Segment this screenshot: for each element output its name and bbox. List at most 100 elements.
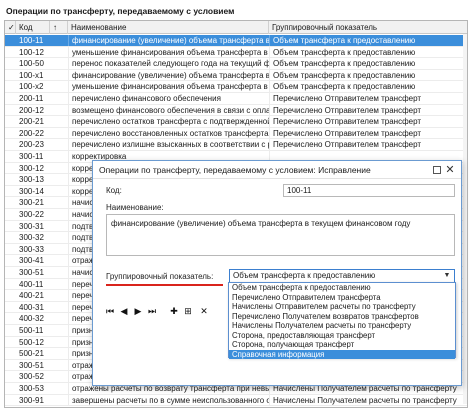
row-code: 200-12 <box>19 105 44 115</box>
row-code: 100-x2 <box>19 82 44 92</box>
next-record-icon[interactable]: ▶ <box>133 305 143 317</box>
row-code: 400-32 <box>19 314 44 324</box>
dialog-title: Операции по трансферту, передаваемому с … <box>93 161 461 179</box>
chevron-down-icon[interactable]: ▼ <box>441 271 453 281</box>
first-record-icon[interactable]: ⏮ <box>105 305 115 317</box>
row-code: 100-12 <box>19 47 44 57</box>
row-group: Перечислено Отправителем трансферт <box>269 93 465 104</box>
delete-record-icon[interactable]: ✕ <box>199 305 209 317</box>
group-select[interactable]: Объем трансферта к предоставлению ▼ <box>229 269 455 283</box>
row-name: перечислено финансового обеспечения <box>68 93 269 104</box>
header-name[interactable]: Наименование <box>68 21 269 34</box>
code-field[interactable]: 100-11 <box>283 184 455 197</box>
sort-asc-icon[interactable]: ↑ <box>50 21 68 34</box>
copy-record-icon[interactable]: ⊞ <box>183 305 193 317</box>
row-name: возмещено финансового обеспечения в связ… <box>68 104 269 116</box>
name-field[interactable]: финансирование (увеличение) объема транс… <box>106 214 455 256</box>
row-group: Перечислено Отправителем трансферт <box>269 127 465 139</box>
row-name: перечислено восстановленных остатков тра… <box>68 127 269 139</box>
row-code: 300-31 <box>19 221 44 231</box>
last-record-icon[interactable]: ⏭ <box>147 305 157 317</box>
row-code: 300-12 <box>19 163 44 173</box>
table-row[interactable]: 200-22 перечислено восстановленных остатк… <box>5 127 467 140</box>
dropdown-option[interactable]: Перечислено Отправителем трансферта <box>229 293 455 303</box>
row-code: 400-21 <box>19 291 44 301</box>
row-group: Объем трансферта к предоставлению <box>269 69 465 81</box>
row-group: Начислены Получателем расчеты по трансфе… <box>269 394 465 406</box>
row-name: финансирование (увеличение) объема транс… <box>68 35 269 46</box>
row-name: уменьшение финансирования объема трансфе… <box>68 46 269 58</box>
table-row[interactable]: 300-91 завершены расчеты по в сумме неисп… <box>5 394 467 407</box>
row-code: 300-51 <box>19 268 44 277</box>
row-code: 500-21 <box>19 349 44 359</box>
row-code: 400-11 <box>19 279 44 289</box>
row-code: 500-12 <box>19 337 44 347</box>
row-name: перечислено излишне взысканных в соответ… <box>68 139 269 151</box>
row-code: 300-33 <box>19 244 44 254</box>
row-code: 200-11 <box>19 94 44 103</box>
row-group: Объем трансферта к предоставлению <box>269 58 465 70</box>
dropdown-option[interactable]: Сторона, предоставляющая трансферт <box>229 331 455 341</box>
row-code: 200-21 <box>19 117 44 127</box>
table-row[interactable]: 200-11 перечислено финансового обеспечени… <box>5 93 467 105</box>
table-row[interactable]: 100-12 уменьшение финансирования объема т… <box>5 46 467 59</box>
row-code: 300-51 <box>19 360 44 370</box>
row-group: Объем трансферта к предоставлению <box>269 35 465 46</box>
restore-icon[interactable] <box>433 166 441 174</box>
panel-title: Операции по трансферту, передаваемому с … <box>6 6 235 16</box>
row-code: 300-41 <box>19 256 44 266</box>
dropdown-option[interactable]: Перечислено Получателем возвратов трансф… <box>229 312 455 322</box>
prev-record-icon[interactable]: ◀ <box>119 305 129 317</box>
table-row[interactable]: 100-x2 уменьшение финансирования объема т… <box>5 81 467 93</box>
table-row[interactable]: 100-50 перенос показателей следующего год… <box>5 58 467 70</box>
dropdown-option[interactable]: Объем трансферта к предоставлению <box>229 283 455 293</box>
row-code: 300-14 <box>19 186 44 196</box>
header-group[interactable]: Группировочный показатель <box>269 21 465 34</box>
table-row[interactable]: 100-x1 финансирование (увеличение) объема… <box>5 69 467 82</box>
table-row[interactable]: 200-23 перечислено излишне взысканных в с… <box>5 139 467 151</box>
row-code: 300-13 <box>19 175 44 185</box>
row-name: завершены расчеты по в сумме неиспользов… <box>68 394 269 406</box>
row-code: 300-11 <box>19 152 44 161</box>
header-mark[interactable]: ✓ <box>5 21 16 34</box>
row-name: перенос показателей следующего года на т… <box>68 58 269 70</box>
row-code: 300-52 <box>19 372 44 382</box>
vertical-scrollbar[interactable] <box>463 34 467 404</box>
grid-header: ✓ Код ↑ Наименование Группировочный пока… <box>5 21 467 34</box>
row-group: Объем трансферта к предоставлению <box>269 46 465 58</box>
row-code: 300-91 <box>19 395 44 405</box>
row-code: 100-50 <box>19 59 44 69</box>
row-code: 100-11 <box>19 36 44 45</box>
group-select-value: Объем трансферта к предоставлению <box>233 271 376 280</box>
row-name: перечислено остатков трансферта с подтве… <box>68 116 269 128</box>
table-row[interactable]: 200-12 возмещено финансового обеспечения … <box>5 104 467 117</box>
row-group: Объем трансферта к предоставлению <box>269 81 465 93</box>
row-name: финансирование (увеличение) объема транс… <box>68 69 269 81</box>
row-name: уменьшение финансирования объема трансфе… <box>68 81 269 93</box>
row-code: 200-22 <box>19 128 44 138</box>
row-code: 200-23 <box>19 140 44 150</box>
close-icon[interactable]: ✕ <box>443 163 457 177</box>
dropdown-option[interactable]: Начислены Получателем расчеты по трансфе… <box>229 321 455 331</box>
code-label: Код: <box>106 186 122 195</box>
add-record-icon[interactable]: ✚ <box>169 305 179 317</box>
group-dropdown-list[interactable]: Объем трансферта к предоставлению Перечис… <box>228 282 456 359</box>
name-label: Наименование: <box>106 203 164 212</box>
group-label: Группировочный показатель: <box>106 272 214 281</box>
row-group: Перечислено Отправителем трансферт <box>269 139 465 151</box>
row-code: 300-21 <box>19 198 44 208</box>
table-row[interactable]: 200-21 перечислено остатков трансферта с … <box>5 116 467 128</box>
group-label-underline <box>106 284 223 286</box>
row-group: Перечислено Отправителем трансферт <box>269 116 465 128</box>
table-row[interactable]: 100-11 финансирование (увеличение) объема… <box>5 35 467 47</box>
dropdown-option[interactable]: Сторона, получающая трансферт <box>229 340 455 350</box>
row-code: 400-31 <box>19 302 44 312</box>
row-code: 300-32 <box>19 233 44 243</box>
row-code: 300-53 <box>19 384 44 393</box>
dropdown-option[interactable]: Начислены Отправителем расчеты по трансф… <box>229 302 455 312</box>
row-code: 300-22 <box>19 210 44 219</box>
dropdown-option[interactable]: Справочная информация <box>229 349 455 359</box>
row-code: 500-11 <box>19 326 44 335</box>
header-code[interactable]: Код <box>16 21 50 34</box>
row-code: 100-x1 <box>19 70 44 80</box>
